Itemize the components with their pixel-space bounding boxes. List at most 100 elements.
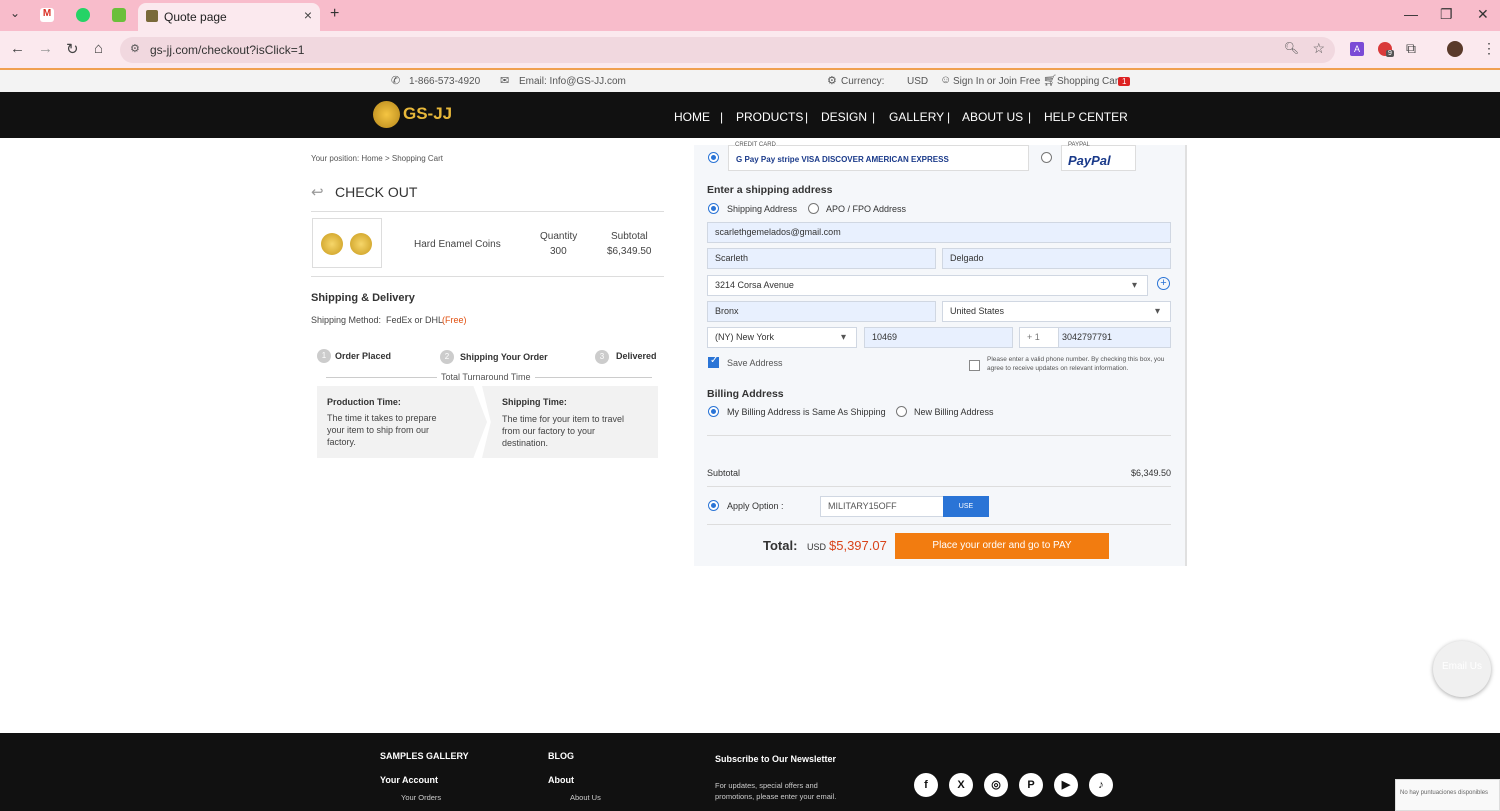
address-field[interactable]: 3214 Corsa Avenue — [707, 275, 1148, 296]
billing-new-option[interactable]: New Billing Address — [914, 407, 994, 417]
footer-blog[interactable]: BLOG — [548, 751, 574, 761]
shipping-method-value: FedEx or DHL — [386, 315, 444, 325]
nav-home[interactable]: HOME — [674, 110, 710, 124]
shipping-address-option[interactable]: Shipping Address — [727, 204, 797, 214]
apo-address-radio[interactable] — [808, 203, 819, 214]
product-name[interactable]: Hard Enamel Coins — [414, 239, 501, 250]
email-field[interactable]: scarlethgemelados@gmail.com — [707, 222, 1171, 243]
tiktok-icon[interactable]: ♪ — [1089, 773, 1113, 797]
production-text: The time it takes to prepare your item t… — [327, 413, 437, 447]
coupon-input[interactable]: MILITARY15OFF — [820, 496, 944, 517]
extension-tab-icon[interactable] — [112, 8, 126, 22]
youtube-icon[interactable]: ▶ — [1054, 773, 1078, 797]
phone-consent-checkbox[interactable] — [969, 360, 980, 371]
home-icon[interactable]: ⌂ — [94, 40, 103, 57]
panel-subtotal-value: $6,349.50 — [1131, 468, 1172, 478]
phone-number[interactable]: 1-866-573-4920 — [409, 76, 480, 87]
country-select[interactable]: United States — [942, 301, 1171, 322]
tab-list-chevron-icon[interactable]: ⌄ — [10, 6, 20, 20]
apply-option-radio[interactable] — [708, 500, 719, 511]
new-tab-icon[interactable]: + — [330, 5, 339, 23]
nav-about-us[interactable]: ABOUT US — [962, 110, 1023, 124]
last-name-field[interactable]: Delgado — [942, 248, 1171, 269]
zip-field[interactable]: 10469 — [864, 327, 1013, 348]
product-thumbnail[interactable] — [312, 218, 382, 268]
city-field[interactable]: Bronx — [707, 301, 936, 322]
close-tab-icon[interactable]: × — [304, 7, 312, 23]
credit-card-radio[interactable] — [708, 152, 719, 163]
active-tab[interactable]: Quote page × — [138, 3, 320, 31]
footer-your-account[interactable]: Your Account — [380, 775, 438, 785]
apo-address-option[interactable]: APO / FPO Address — [826, 204, 906, 214]
site-info-icon[interactable]: ⚙ — [130, 42, 140, 55]
site-logo[interactable]: GS-JJ — [373, 100, 463, 130]
signin-link[interactable]: Sign In or Join Free — [953, 76, 1040, 87]
total-currency: USD — [807, 542, 827, 552]
facebook-icon[interactable]: f — [914, 773, 938, 797]
billing-same-option[interactable]: My Billing Address is Same As Shipping — [727, 407, 886, 417]
billing-new-radio[interactable] — [896, 406, 907, 417]
pinterest-icon[interactable]: P — [1019, 773, 1043, 797]
paypal-label: PAYPAL — [1068, 142, 1091, 148]
recaptcha-badge: No hay puntuaciones disponibles — [1395, 779, 1500, 811]
place-order-button[interactable]: Place your order and go to PAY — [895, 533, 1109, 559]
nav-separator: | — [805, 110, 809, 124]
x-twitter-icon[interactable]: X — [949, 773, 973, 797]
cart-count-badge: 1 — [1118, 77, 1131, 86]
production-time-box: Production Time: The time it takes to pr… — [317, 386, 487, 458]
email-link[interactable]: Email: Info@GS-JJ.com — [519, 76, 626, 87]
nav-design[interactable]: DESIGN — [821, 110, 867, 124]
email-us-button[interactable]: Email Us — [1433, 641, 1491, 697]
close-window-icon[interactable]: ✕ — [1477, 6, 1489, 23]
back-icon[interactable]: ← — [10, 40, 25, 57]
save-address-checkbox[interactable] — [708, 355, 719, 368]
profile-avatar[interactable] — [1447, 41, 1463, 57]
restore-icon[interactable]: ❐ — [1440, 6, 1453, 23]
paypal-radio[interactable] — [1041, 152, 1052, 163]
browser-menu-icon[interactable]: ⋮ — [1482, 40, 1496, 57]
nav-products[interactable]: PRODUCTS — [736, 110, 803, 124]
bookmark-star-icon[interactable]: ☆ — [1312, 40, 1325, 57]
extension-a-icon[interactable]: A — [1350, 42, 1364, 56]
step-2-number: 2 — [440, 350, 454, 364]
instagram-icon[interactable]: ◎ — [984, 773, 1008, 797]
nav-gallery[interactable]: GALLERY — [889, 110, 944, 124]
payment-logos: G Pay Pay stripe VISA DISCOVER AMERICAN … — [736, 155, 949, 164]
quantity-value: 300 — [550, 246, 567, 257]
minimize-icon[interactable]: — — [1404, 6, 1418, 22]
credit-card-label: CREDIT CARD — [735, 142, 776, 148]
nav-separator: | — [872, 110, 876, 124]
add-address-icon[interactable]: + — [1157, 277, 1170, 290]
footer-samples-gallery[interactable]: SAMPLES GALLERY — [380, 751, 469, 761]
footer-about[interactable]: About — [548, 775, 574, 785]
credit-card-option[interactable]: CREDIT CARD G Pay Pay stripe VISA DISCOV… — [728, 142, 1029, 171]
billing-same-radio[interactable] — [708, 406, 719, 417]
cart-link[interactable]: Shopping Cart — [1057, 76, 1121, 87]
apply-option-label: Apply Option : — [727, 501, 784, 511]
state-select[interactable]: (NY) New York — [707, 327, 857, 348]
phone-field[interactable]: 3042797791 — [1058, 327, 1171, 348]
step-2-label: Shipping Your Order — [460, 352, 548, 362]
zoom-icon[interactable]: 🔍︎ — [1284, 41, 1299, 55]
forward-icon[interactable]: → — [38, 40, 53, 57]
first-name-field[interactable]: Scarleth — [707, 248, 936, 269]
phone-code-field[interactable]: + 1 — [1019, 327, 1061, 348]
footer-your-orders[interactable]: Your Orders — [401, 793, 441, 802]
quantity-label: Quantity — [540, 231, 578, 242]
newsletter-text: For updates, special offers and promotio… — [715, 781, 837, 801]
shipping-address-radio[interactable] — [708, 203, 719, 214]
site-favicon-icon — [146, 10, 158, 22]
url-field[interactable]: ⚙ gs-jj.com/checkout?isClick=1 🔍︎ ☆ — [120, 37, 1335, 63]
logo-lion-icon — [373, 101, 400, 128]
whatsapp-tab-icon[interactable] — [76, 8, 90, 22]
shipping-time-title: Shipping Time: — [502, 397, 567, 407]
footer-about-us[interactable]: About Us — [570, 793, 601, 802]
use-coupon-button[interactable]: USE — [943, 496, 989, 517]
nav-help-center[interactable]: HELP CENTER — [1044, 110, 1128, 124]
paypal-option[interactable]: PAYPAL PayPal — [1061, 142, 1136, 171]
back-arrow-icon[interactable]: ↩ — [311, 183, 324, 201]
extensions-puzzle-icon[interactable]: ⧉ — [1406, 40, 1416, 57]
currency-select[interactable]: USD — [907, 76, 928, 87]
reload-icon[interactable]: ↻ — [66, 40, 79, 58]
gmail-tab-icon[interactable]: M — [40, 8, 54, 22]
